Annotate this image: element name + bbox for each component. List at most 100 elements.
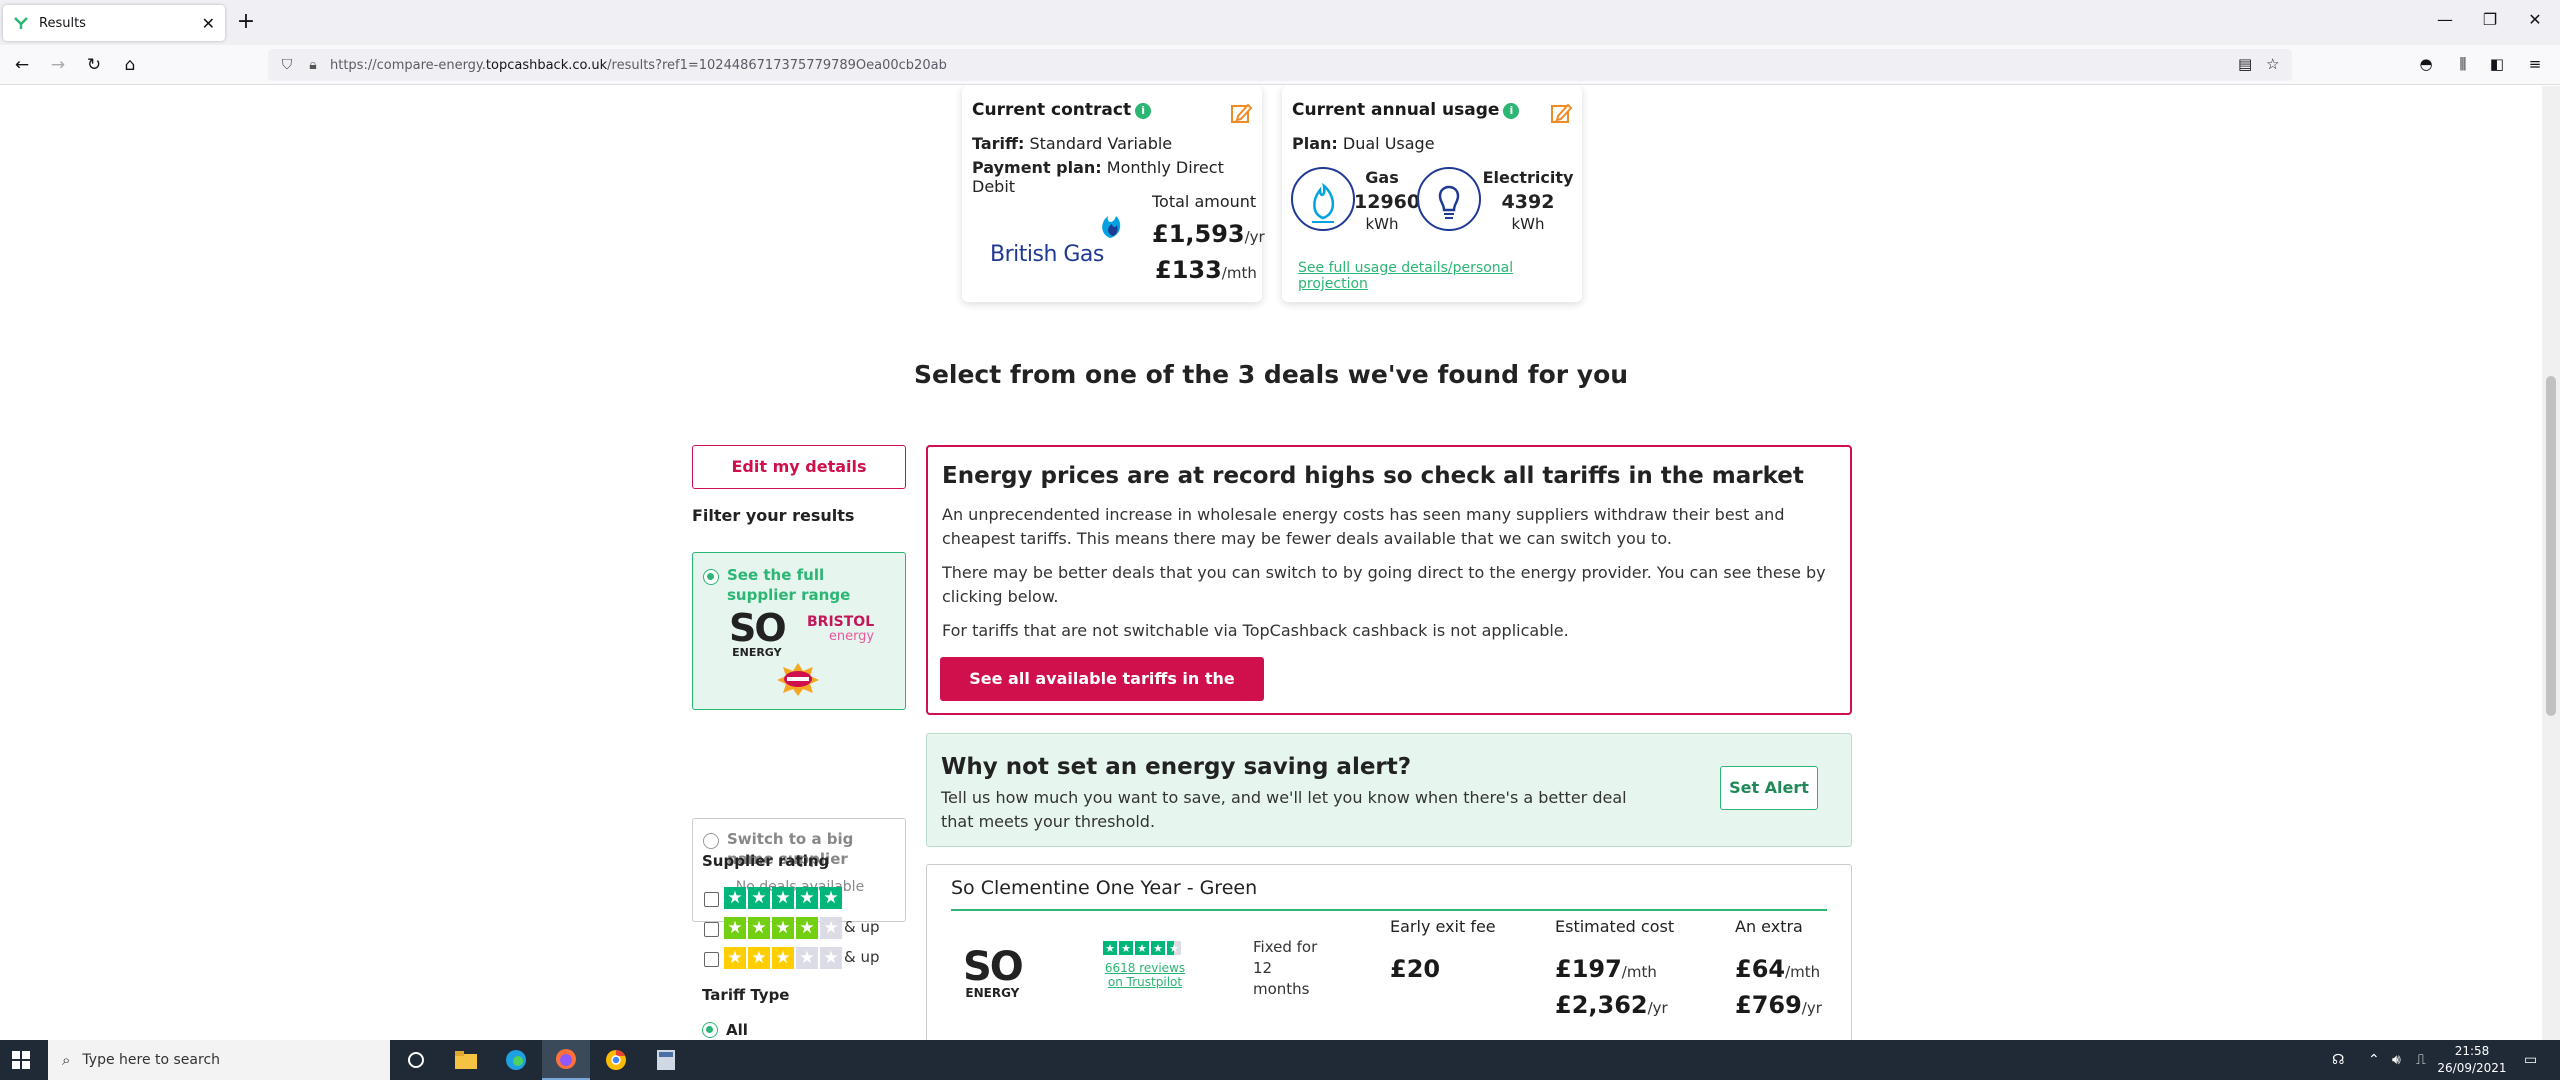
tariff-type-title: Tariff Type	[702, 986, 790, 1004]
library-icon[interactable]: ⫼	[2452, 55, 2474, 73]
electricity-usage: Electricity 4392 kWh	[1482, 168, 1574, 233]
so-energy-logo: SO ENERGY	[729, 606, 787, 659]
rating-3-and-up: & up	[844, 948, 880, 966]
chrome-browser-icon[interactable]	[592, 1040, 640, 1080]
see-all-tariffs-button[interactable]: See all available tariffs in the market	[940, 657, 1264, 732]
back-arrow-icon[interactable]: ←	[10, 53, 34, 77]
restore-window-icon[interactable]: ❐	[2475, 10, 2505, 29]
early-exit-fee-label: Early exit fee	[1390, 917, 1496, 936]
tariff-all-label: All	[726, 1021, 748, 1039]
saving-text: Tell us how much you want to save, and w…	[941, 788, 1627, 831]
estimated-cost-label: Estimated cost	[1555, 917, 1675, 936]
rating-5-stars: ★ ★ ★ ★ ★	[724, 887, 842, 909]
bookmark-star-icon[interactable]: ☆	[2266, 55, 2279, 73]
rating-4-checkbox[interactable]	[704, 922, 719, 937]
browser-nav-bar: ← → ↻ ⌂ ⛉ 🔒︎ https://compare-energy.topc…	[0, 45, 2560, 85]
alert-heading: Energy prices are at record highs so che…	[942, 463, 1804, 489]
sidebar-icon[interactable]: ◧	[2486, 55, 2508, 73]
taskbar-clock[interactable]: 21:58 26/09/2021	[2430, 1043, 2514, 1077]
current-contract-card: Current contract i Tariff: Standard Varia…	[962, 86, 1265, 302]
alert-paragraph-1: An unprecendented increase in wholesale …	[942, 505, 1785, 548]
full-range-radio[interactable]	[703, 569, 719, 585]
rating-5-checkbox[interactable]	[704, 892, 719, 907]
firefox-browser-icon[interactable]	[542, 1040, 590, 1080]
tab-title: Results	[39, 15, 86, 31]
deal-divider	[951, 909, 1827, 911]
deal-trustpilot-stars: ★ ★ ★ ★ ★	[1103, 941, 1181, 955]
close-tab-icon[interactable]: ✕	[202, 14, 215, 33]
edit-my-details-button[interactable]: Edit my details	[692, 445, 906, 489]
minimize-window-icon[interactable]: —	[2430, 10, 2460, 29]
rating-3-checkbox[interactable]	[704, 952, 719, 967]
gas-flame-icon	[1291, 167, 1355, 231]
filter-full-supplier-range[interactable]: See the full supplier range SO ENERGY BR…	[692, 552, 906, 710]
info-icon[interactable]: i	[1503, 103, 1520, 119]
windows-taskbar: ⌕ Type here to search ☊ ⌃ 🔊︎ ⎍ 21:58 26/…	[0, 1040, 2560, 1080]
taskbar-search-box[interactable]: ⌕ Type here to search	[48, 1040, 390, 1080]
deal-fixed-term: Fixed for 12 months	[1253, 938, 1318, 998]
extra-yearly: £769/yr	[1735, 991, 1822, 1019]
home-icon[interactable]: ⌂	[118, 53, 142, 77]
menu-hamburger-icon[interactable]: ≡	[2524, 55, 2546, 73]
monthly-amount: £133/mth	[1155, 256, 1257, 284]
people-icon[interactable]: ☊	[2332, 1052, 2344, 1068]
full-usage-details-link[interactable]: See full usage details/personal projecti…	[1298, 260, 1582, 292]
gas-usage: Gas 12960 kWh	[1354, 168, 1421, 233]
cortana-icon[interactable]	[392, 1040, 440, 1080]
energy-saving-alert-box: Why not set an energy saving alert? Tell…	[926, 733, 1852, 847]
full-range-label: See the full supplier range	[727, 566, 851, 604]
trustpilot-reviews-link[interactable]: 6618 reviews on Trustpilot	[1097, 961, 1193, 989]
early-exit-fee-value: £20	[1390, 955, 1441, 983]
deal-card[interactable]: So Clementine One Year - Green SO ENERGY…	[926, 864, 1852, 1040]
estimated-monthly-cost: £197/mth	[1555, 955, 1657, 983]
scrollbar-thumb[interactable]	[2546, 376, 2556, 716]
yearly-amount: £1,593/yr	[1152, 220, 1265, 248]
supplier-badge-logo	[777, 663, 819, 696]
forward-arrow-icon[interactable]: →	[46, 53, 70, 77]
taskbar-search-placeholder: Type here to search	[82, 1052, 221, 1068]
windows-start-icon[interactable]	[12, 1051, 30, 1069]
supplier-rating-title: Supplier rating	[702, 852, 830, 870]
calculator-app-icon[interactable]	[642, 1040, 690, 1080]
deal-title: So Clementine One Year - Green	[951, 877, 1258, 899]
estimated-yearly-cost: £2,362/yr	[1555, 991, 1668, 1019]
british-gas-logo: British Gas	[990, 210, 1130, 270]
saving-heading: Why not set an energy saving alert?	[941, 754, 1412, 780]
tariff-line: Tariff: Standard Variable	[972, 134, 1173, 153]
browser-tab-bar: Results ✕ + — ❐ ✕	[0, 0, 2560, 45]
volume-icon[interactable]: 🔊︎	[2392, 1052, 2401, 1068]
padlock-icon[interactable]: 🔒︎	[304, 57, 322, 73]
deal-so-energy-logo: SO ENERGY	[963, 944, 1024, 1000]
reload-icon[interactable]: ↻	[82, 53, 106, 77]
pocket-icon[interactable]: ◓	[2415, 55, 2437, 73]
edit-contract-icon[interactable]	[1230, 102, 1252, 124]
show-hidden-icons-chevron-icon[interactable]: ⌃	[2368, 1052, 2380, 1068]
page-scrollbar[interactable]	[2542, 86, 2560, 1040]
network-icon[interactable]: ⎍	[2416, 1052, 2426, 1068]
rating-3-stars: ★ ★ ★ ★ ★	[724, 947, 842, 969]
filter-results-title: Filter your results	[692, 506, 855, 525]
file-explorer-icon[interactable]	[442, 1040, 490, 1080]
edit-usage-icon[interactable]	[1550, 102, 1572, 124]
alert-paragraph-2: There may be better deals that you can s…	[942, 563, 1826, 606]
info-icon[interactable]: i	[1135, 103, 1152, 119]
new-tab-button[interactable]: +	[234, 10, 258, 34]
alert-paragraph-3: For tariffs that are not switchable via …	[942, 621, 1569, 640]
address-bar[interactable]: ⛉ 🔒︎ https://compare-energy.topcashback.…	[268, 49, 2292, 81]
rating-4-and-up: & up	[844, 918, 880, 936]
url-text[interactable]: https://compare-energy.topcashback.co.uk…	[330, 58, 947, 73]
extra-label: An extra	[1735, 917, 1803, 936]
close-window-icon[interactable]: ✕	[2520, 10, 2550, 29]
current-usage-card: Current annual usage i Plan: Dual Usage G…	[1282, 86, 1582, 302]
tariff-all-radio[interactable]	[702, 1022, 718, 1038]
notifications-icon[interactable]: ▭	[2524, 1052, 2537, 1068]
search-icon: ⌕	[62, 1051, 71, 1069]
reader-view-icon[interactable]: ▤	[2238, 55, 2252, 73]
edge-browser-icon[interactable]	[492, 1040, 540, 1080]
big-name-radio[interactable]	[703, 833, 719, 849]
set-alert-button[interactable]: Set Alert	[1720, 766, 1818, 810]
tracking-shield-icon[interactable]: ⛉	[278, 57, 296, 73]
browser-tab-results[interactable]: Results ✕	[3, 5, 225, 41]
british-gas-flame-icon	[1102, 216, 1121, 238]
total-amount-label: Total amount	[1152, 192, 1257, 211]
